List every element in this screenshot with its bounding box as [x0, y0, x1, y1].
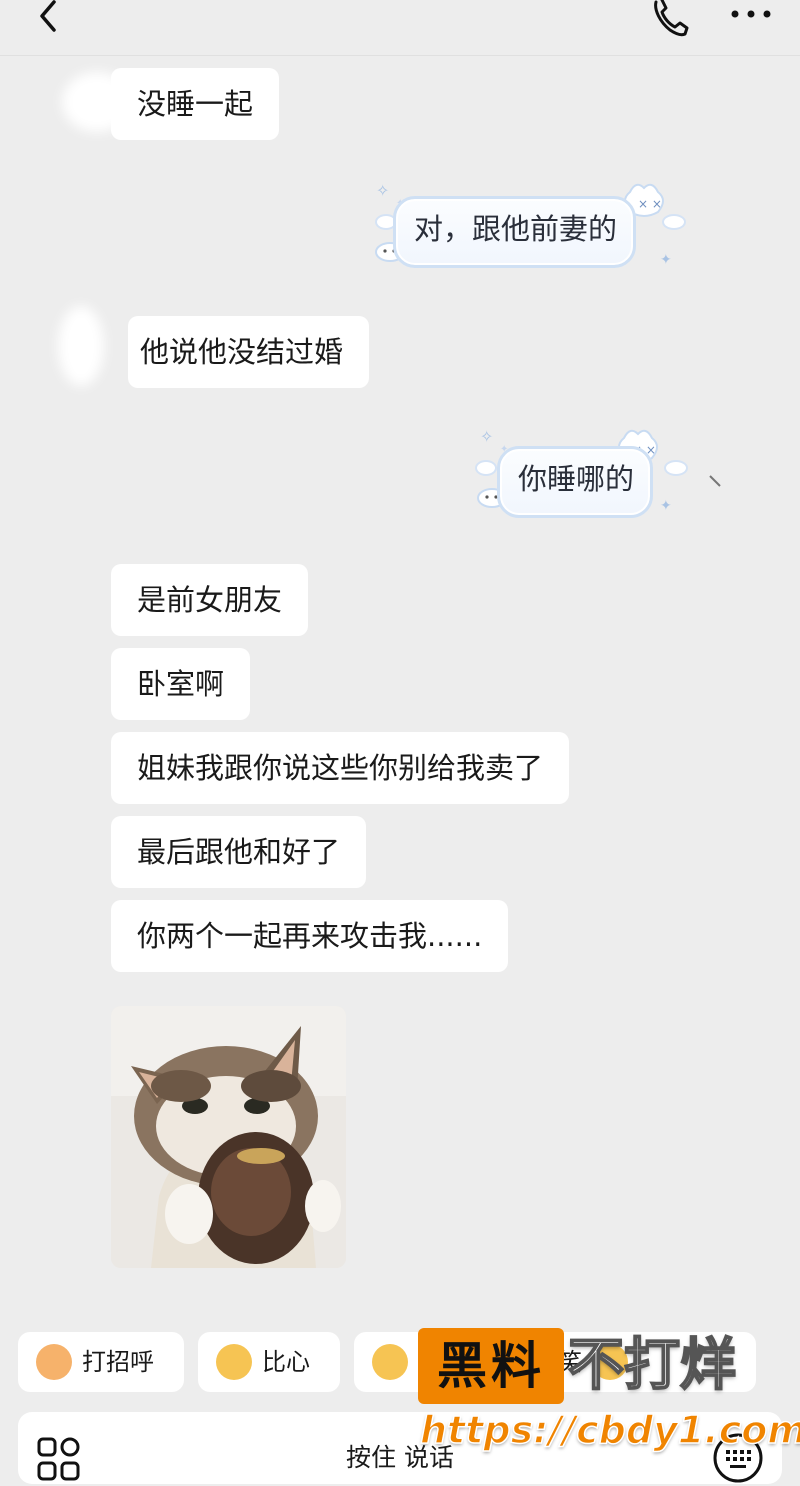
message-bubble-left[interactable]: 卧室啊 — [111, 648, 251, 720]
avatar-blurred — [58, 306, 104, 386]
quick-reply-button[interactable]: 打招呼 — [18, 1332, 184, 1392]
phone-icon[interactable] — [648, 0, 692, 40]
chat-header — [0, 0, 800, 56]
watermark-url: https://cbdy1.com — [419, 1407, 800, 1453]
message-bubble-left[interactable]: 最后跟他和好了 — [111, 816, 367, 888]
watermark-text: 不打烊 — [567, 1332, 737, 1399]
svg-text:✦: ✦ — [660, 498, 672, 514]
heart-hands-emoji-icon — [216, 1344, 252, 1380]
sticker-message-bubble-right[interactable]: 你睡哪的 — [497, 446, 654, 518]
message-bubble-left[interactable]: 你两个一起再来攻击我...... — [111, 900, 509, 972]
more-dots-icon[interactable] — [726, 0, 776, 30]
message-bubble-left[interactable]: 没睡一起 — [111, 68, 280, 140]
svg-text:✧: ✧ — [376, 181, 389, 200]
thumbs-up-emoji-icon — [372, 1344, 408, 1380]
quick-reply-label: 比心 — [262, 1348, 310, 1376]
svg-text:✦: ✦ — [660, 252, 672, 268]
quick-reply-button[interactable]: 比心 — [198, 1332, 340, 1392]
message-bubble-left[interactable]: 他说他没结过婚 — [128, 316, 370, 388]
quick-reply-label: 打招呼 — [82, 1348, 154, 1376]
watermark-logo: 黑料 — [418, 1328, 564, 1404]
sticker-message-bubble-right[interactable]: 对，跟他前妻的 — [393, 196, 637, 268]
cat-eating-image-message[interactable] — [111, 1006, 346, 1268]
svg-text:× ×: × × — [638, 197, 662, 211]
wave-emoji-icon — [36, 1344, 72, 1380]
svg-text:✧: ✧ — [480, 427, 493, 446]
header-divider — [0, 55, 800, 56]
chevron-left-icon[interactable] — [28, 0, 68, 40]
message-bubble-left[interactable]: 是前女朋友 — [111, 564, 309, 636]
message-bubble-left[interactable]: 姐妹我跟你说这些你别给我卖了 — [111, 732, 570, 804]
